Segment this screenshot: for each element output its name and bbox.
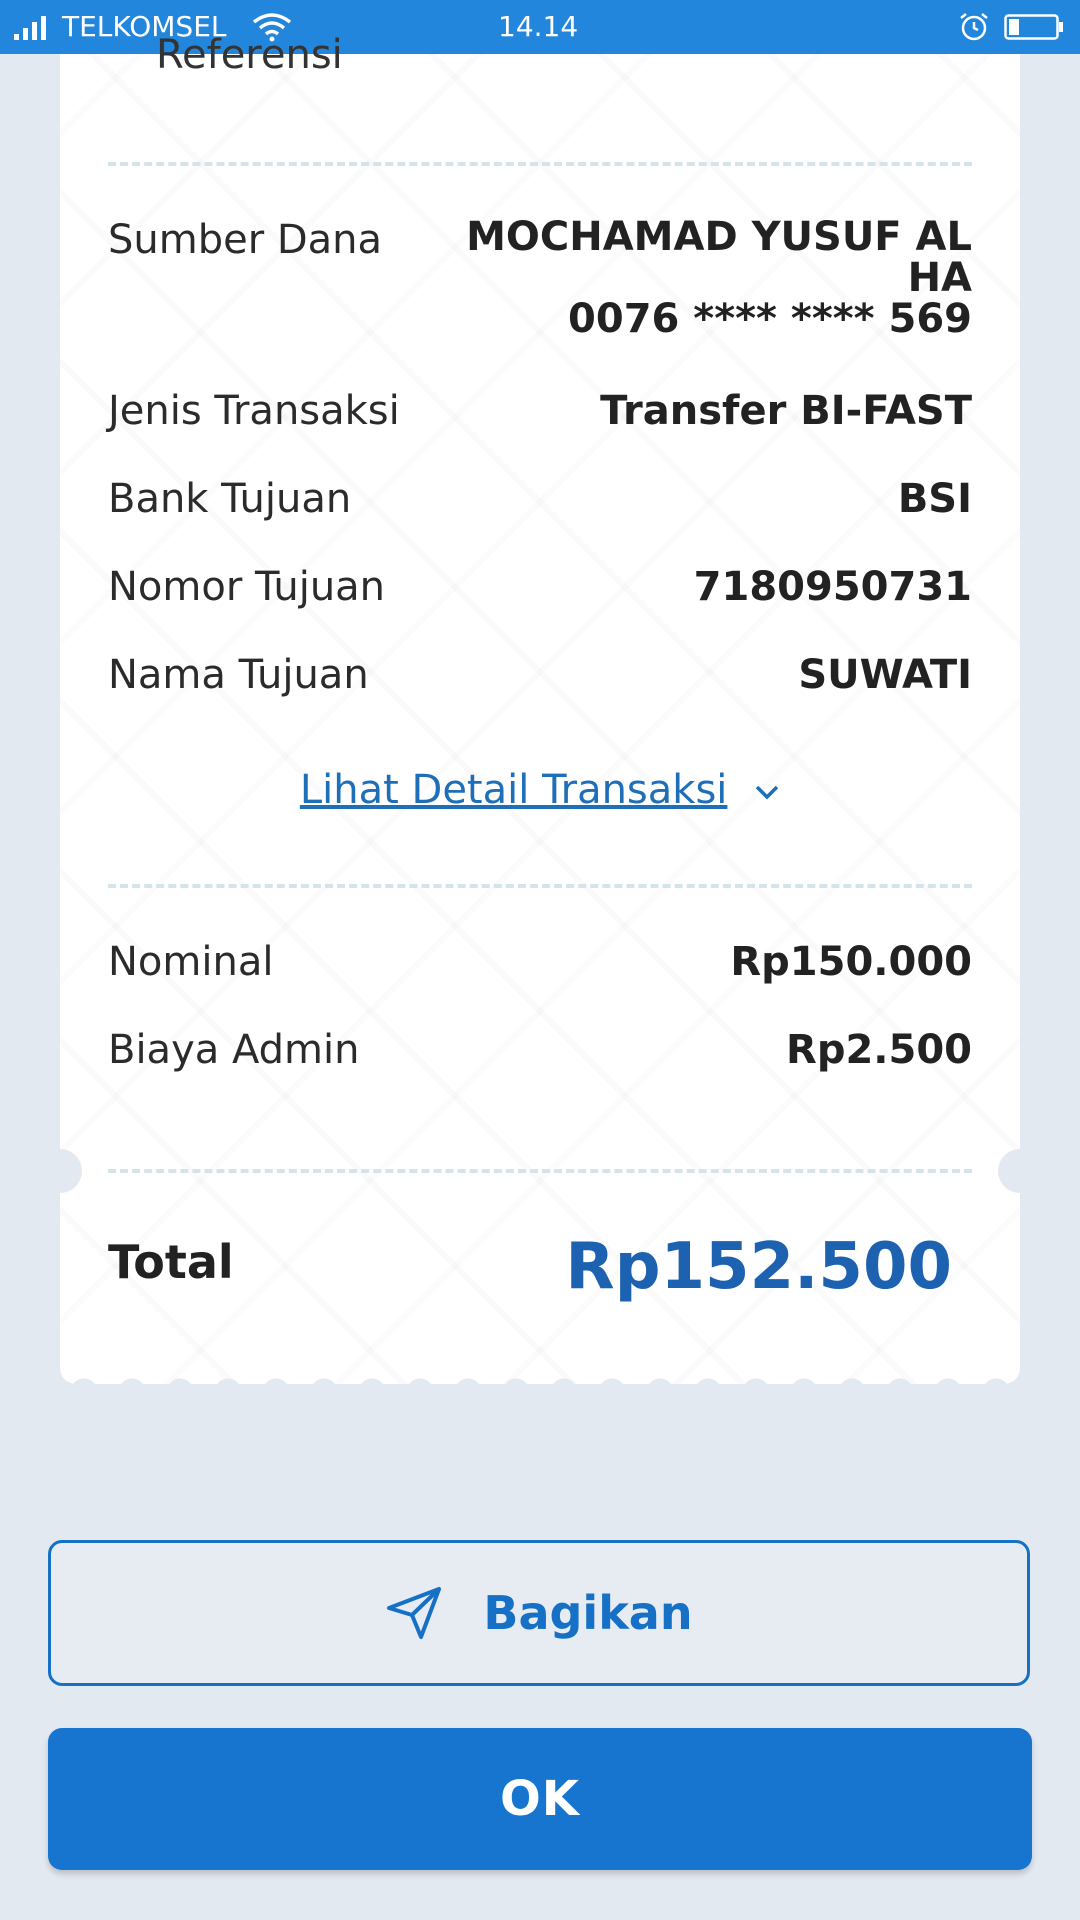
- reference-label: Referensi: [156, 32, 343, 78]
- share-button-label: Bagikan: [483, 1586, 693, 1640]
- signal-icon: [14, 16, 46, 40]
- chevron-down-icon: [755, 785, 779, 800]
- ok-button[interactable]: OK: [48, 1728, 1032, 1870]
- source-fund-name-line2: HA: [907, 255, 972, 301]
- send-icon: [387, 1587, 442, 1639]
- source-fund-name-line1: MOCHAMAD YUSUF AL: [466, 214, 972, 260]
- receipt-scalloped-edge: [60, 1376, 1020, 1392]
- nominal-label: Nominal: [108, 939, 274, 985]
- divider: [108, 162, 972, 166]
- transaction-type-value: Transfer BI-FAST: [600, 388, 972, 434]
- divider: [108, 1169, 972, 1173]
- destination-bank-value: BSI: [897, 476, 972, 522]
- divider: [108, 884, 972, 888]
- receipt-notch-left: [38, 1149, 82, 1193]
- total-label: Total: [108, 1235, 234, 1289]
- destination-bank-label: Bank Tujuan: [108, 476, 352, 522]
- admin-fee-value: Rp2.500: [786, 1027, 972, 1073]
- alarm-icon: [960, 13, 988, 41]
- transaction-type-label: Jenis Transaksi: [108, 388, 400, 434]
- receipt-notch-right: [998, 1149, 1042, 1193]
- clock-time: 14.14: [498, 10, 579, 43]
- destination-name-label: Nama Tujuan: [108, 652, 369, 698]
- share-button[interactable]: Bagikan: [48, 1540, 1030, 1686]
- view-transaction-detail-label: Lihat Detail Transaksi: [299, 767, 728, 813]
- source-fund-value: MOCHAMAD YUSUF AL HA 0076 **** **** 569: [466, 217, 972, 340]
- destination-name-value: SUWATI: [798, 652, 972, 698]
- view-transaction-detail-link[interactable]: Lihat Detail Transaksi: [0, 760, 1080, 820]
- source-fund-account: 0076 **** **** 569: [568, 296, 972, 342]
- destination-number-value: 7180950731: [693, 564, 972, 610]
- destination-number-label: Nomor Tujuan: [108, 564, 386, 610]
- battery-icon: [1004, 14, 1063, 40]
- source-fund-label: Sumber Dana: [108, 217, 383, 263]
- nominal-value: Rp150.000: [730, 939, 972, 985]
- total-value: Rp152.500: [565, 1230, 952, 1304]
- admin-fee-label: Biaya Admin: [108, 1027, 360, 1073]
